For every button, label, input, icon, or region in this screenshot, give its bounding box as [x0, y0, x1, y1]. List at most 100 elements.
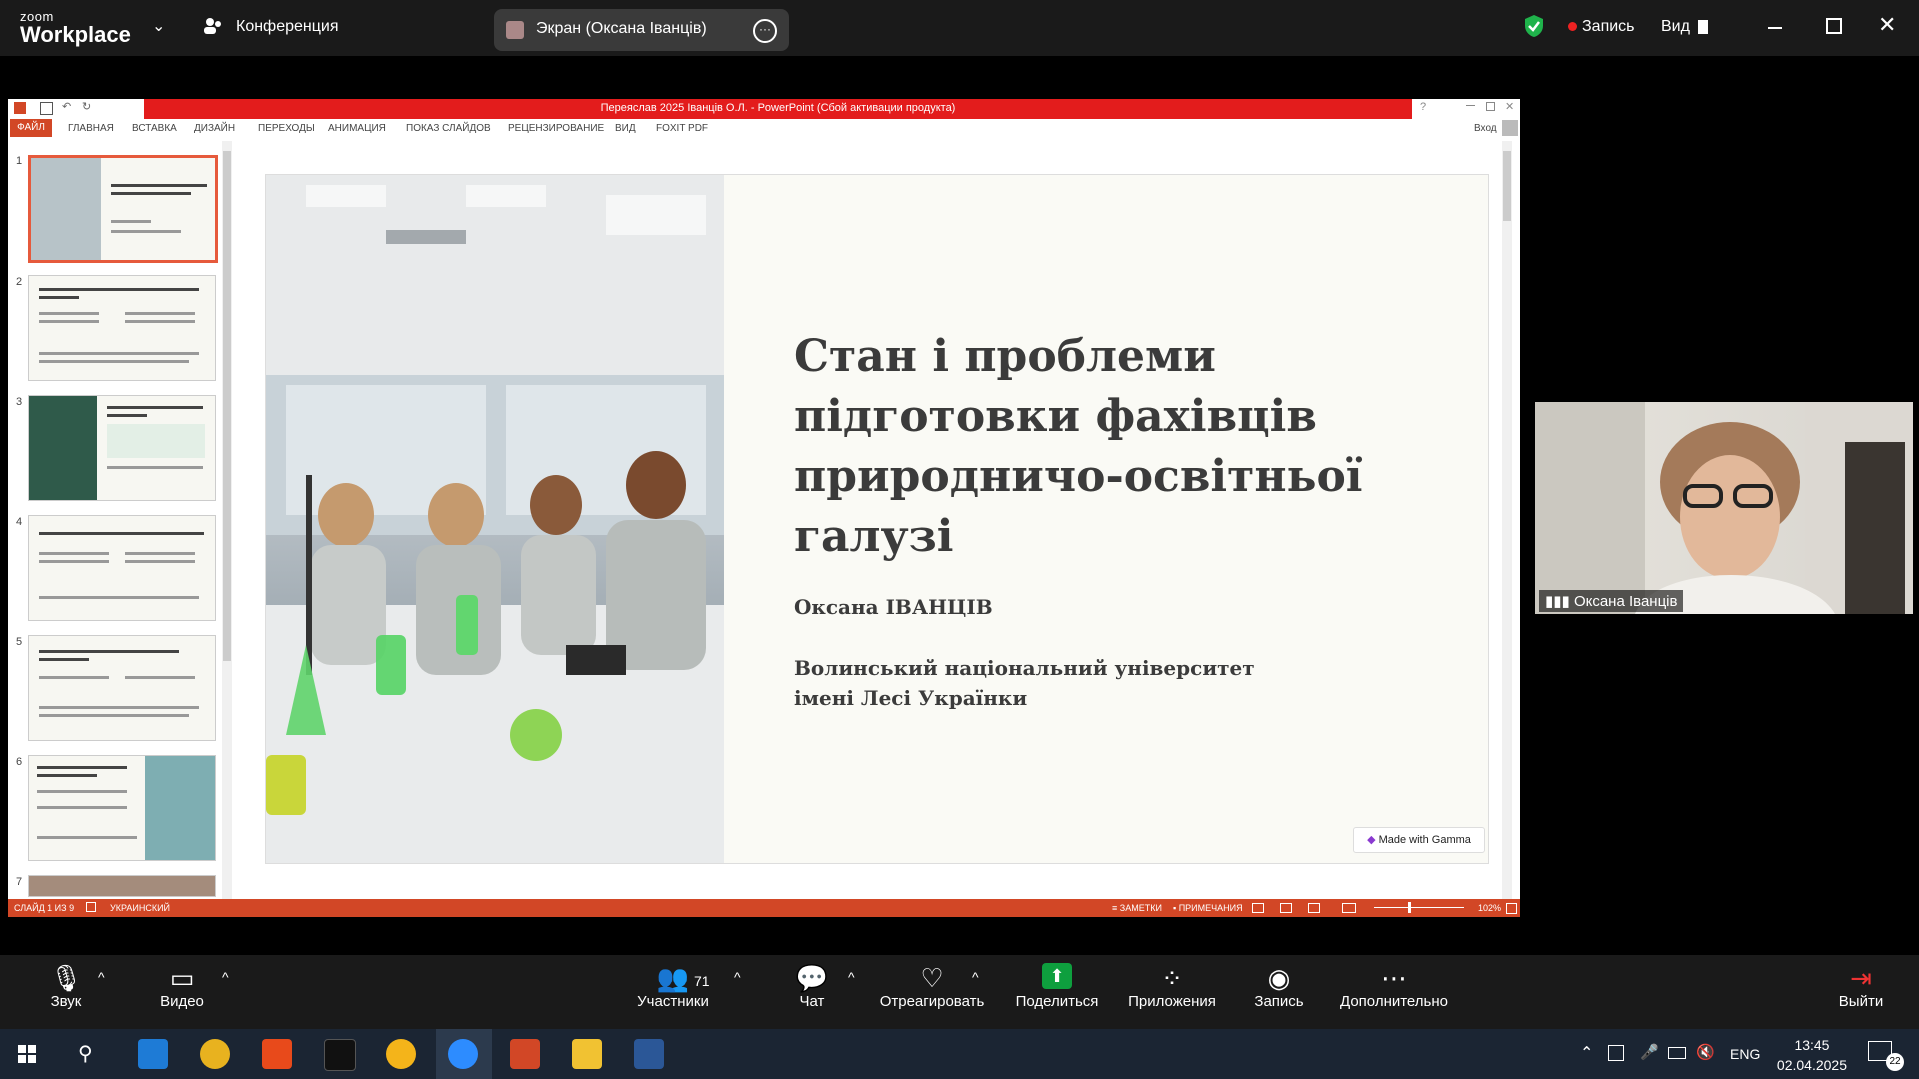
reading-view-icon[interactable]: [1308, 903, 1320, 913]
meeting-info-icon[interactable]: [202, 15, 224, 37]
comments-label: ПРИМЕЧАНИЯ: [1178, 903, 1243, 913]
input-language[interactable]: ENG: [1730, 1046, 1760, 1062]
meet-now-icon[interactable]: [1608, 1045, 1624, 1061]
file-explorer-icon[interactable]: [572, 1039, 602, 1069]
search-icon[interactable]: ⚲: [78, 1041, 93, 1066]
security-shield-icon[interactable]: [1523, 14, 1545, 38]
minimize-icon[interactable]: [1768, 27, 1782, 29]
more-button[interactable]: ⋯ Дополнительно: [1336, 963, 1452, 1010]
zoom-icon[interactable]: [448, 1039, 478, 1069]
redo-icon[interactable]: ↻: [82, 100, 91, 113]
video-caret-icon[interactable]: ^: [222, 969, 229, 985]
zoom-level[interactable]: 102%: [1478, 903, 1501, 913]
ppt-close-icon[interactable]: ✕: [1505, 100, 1514, 113]
tab-review[interactable]: РЕЦЕНЗИРОВАНИЕ: [508, 123, 604, 134]
zoom-slider-thumb[interactable]: [1408, 902, 1411, 913]
tray-chevron-icon[interactable]: ⌃: [1580, 1043, 1593, 1063]
participants-caret-icon[interactable]: ^: [734, 969, 741, 985]
chat-caret-icon[interactable]: ^: [848, 969, 855, 985]
meeting-label[interactable]: Конференция: [236, 18, 339, 36]
thumbnail-scrollbar[interactable]: [222, 141, 232, 899]
tab-insert[interactable]: ВСТАВКА: [132, 123, 177, 134]
participant-video-tile[interactable]: ▮▮▮ Оксана Іванців: [1535, 402, 1913, 614]
slideshow-icon[interactable]: [1342, 903, 1356, 913]
browser-icon[interactable]: [386, 1039, 416, 1069]
current-slide[interactable]: Стан і проблеми підготовки фахівців прир…: [266, 175, 1488, 863]
slide-thumbnail-7[interactable]: [28, 875, 216, 897]
recording-label[interactable]: Запись: [1582, 18, 1635, 36]
language-label[interactable]: УКРАИНСКИЙ: [110, 903, 170, 913]
zoom-slider[interactable]: [1374, 907, 1464, 908]
record-label: Запись: [1254, 993, 1304, 1010]
normal-view-icon[interactable]: [1252, 903, 1264, 913]
powerpoint-icon[interactable]: [510, 1039, 540, 1069]
microphone-icon[interactable]: 🎤: [1640, 1043, 1659, 1061]
slide-thumbnail-1[interactable]: [28, 155, 218, 263]
tab-file[interactable]: ФАЙЛ: [10, 119, 52, 137]
tab-home[interactable]: ГЛАВНАЯ: [68, 123, 114, 134]
ppt-restore-icon[interactable]: [1486, 102, 1495, 111]
volume-muted-icon[interactable]: 🔇: [1696, 1043, 1715, 1061]
university-line-2: імені Лесі Українки: [794, 686, 1028, 710]
restore-icon[interactable]: [1826, 18, 1842, 34]
audio-button[interactable]: 🎙 Звук: [40, 963, 92, 1010]
view-icon[interactable]: [1698, 20, 1708, 34]
thumb-number: 4: [16, 516, 23, 528]
apps-icon: ⁘: [1161, 963, 1183, 993]
leave-button[interactable]: ⇥ Выйти: [1836, 963, 1886, 1010]
office-icon[interactable]: [262, 1039, 292, 1069]
slide-thumbnail-6[interactable]: [28, 755, 216, 861]
react-caret-icon[interactable]: ^: [972, 969, 979, 985]
more-options-icon[interactable]: ···: [753, 19, 777, 43]
tiktok-icon[interactable]: [324, 1039, 356, 1071]
help-icon[interactable]: ?: [1420, 101, 1426, 113]
ppt-window-title: Переяслав 2025 Іванців О.Л. - PowerPoint…: [600, 102, 956, 114]
view-label[interactable]: Вид: [1661, 18, 1690, 36]
battery-icon[interactable]: [1668, 1047, 1686, 1059]
user-avatar-icon[interactable]: [1502, 120, 1518, 136]
thumb-number: 1: [16, 155, 23, 167]
tab-view[interactable]: ВИД: [615, 123, 636, 134]
chat-button[interactable]: 💬 Чат: [792, 963, 832, 1010]
slide-thumbnail-2[interactable]: [28, 275, 216, 381]
chrome-icon[interactable]: [200, 1039, 230, 1069]
undo-icon[interactable]: ↶: [62, 100, 71, 113]
leave-label: Выйти: [1838, 993, 1884, 1010]
fit-slide-icon[interactable]: [1506, 903, 1517, 914]
video-button[interactable]: ▭ Видео: [154, 963, 210, 1010]
spellcheck-icon[interactable]: [86, 902, 96, 912]
ppt-minimize-icon[interactable]: [1466, 105, 1475, 106]
slide-scrollbar[interactable]: [1502, 141, 1512, 899]
slide-thumbnail-4[interactable]: [28, 515, 216, 621]
thumb-number: 2: [16, 276, 23, 288]
word-icon[interactable]: [634, 1039, 664, 1069]
apps-button[interactable]: ⁘ Приложения: [1124, 963, 1220, 1010]
powerpoint-window: ↶ ↻ Переяслав 2025 Іванців О.Л. - PowerP…: [8, 99, 1520, 917]
made-with-gamma-badge[interactable]: ◆ Made with Gamma: [1353, 827, 1485, 853]
screen-share-pill[interactable]: Экран (Оксана Іванців) ···: [494, 9, 789, 51]
thumb-number: 5: [16, 636, 23, 648]
comments-button[interactable]: ▪ ПРИМЕЧАНИЯ: [1173, 903, 1243, 913]
ppt-status-bar: СЛАЙД 1 ИЗ 9 УКРАИНСКИЙ ≡ ЗАМЕТКИ ▪ ПРИМ…: [8, 899, 1520, 917]
slide-sorter-icon[interactable]: [1280, 903, 1292, 913]
signin-link[interactable]: Вход: [1474, 123, 1497, 134]
notes-button[interactable]: ≡ ЗАМЕТКИ: [1112, 903, 1162, 913]
tab-transitions[interactable]: ПЕРЕХОДЫ: [258, 123, 315, 134]
share-button[interactable]: ⬆ Поделиться: [1010, 963, 1104, 1010]
slide-thumbnail-3[interactable]: [28, 395, 216, 501]
slide-thumbnail-5[interactable]: [28, 635, 216, 741]
save-icon[interactable]: [40, 102, 53, 115]
record-button[interactable]: ◉ Запись: [1250, 963, 1308, 1010]
tab-slideshow[interactable]: ПОКАЗ СЛАЙДОВ: [406, 123, 491, 134]
chevron-down-icon[interactable]: ⌄: [152, 16, 165, 36]
tab-foxit-pdf[interactable]: FOXIT PDF: [656, 123, 708, 134]
thumb-photo: [29, 396, 97, 500]
audio-caret-icon[interactable]: ^: [98, 969, 105, 985]
mail-icon[interactable]: [138, 1039, 168, 1069]
windows-start-icon[interactable]: [18, 1045, 36, 1063]
more-icon: ⋯: [1381, 963, 1407, 993]
close-icon[interactable]: ✕: [1878, 12, 1896, 38]
system-clock[interactable]: 13:45 02.04.2025: [1777, 1035, 1847, 1075]
tab-design[interactable]: ДИЗАЙН: [194, 123, 235, 134]
tab-animation[interactable]: АНИМАЦИЯ: [328, 123, 386, 134]
